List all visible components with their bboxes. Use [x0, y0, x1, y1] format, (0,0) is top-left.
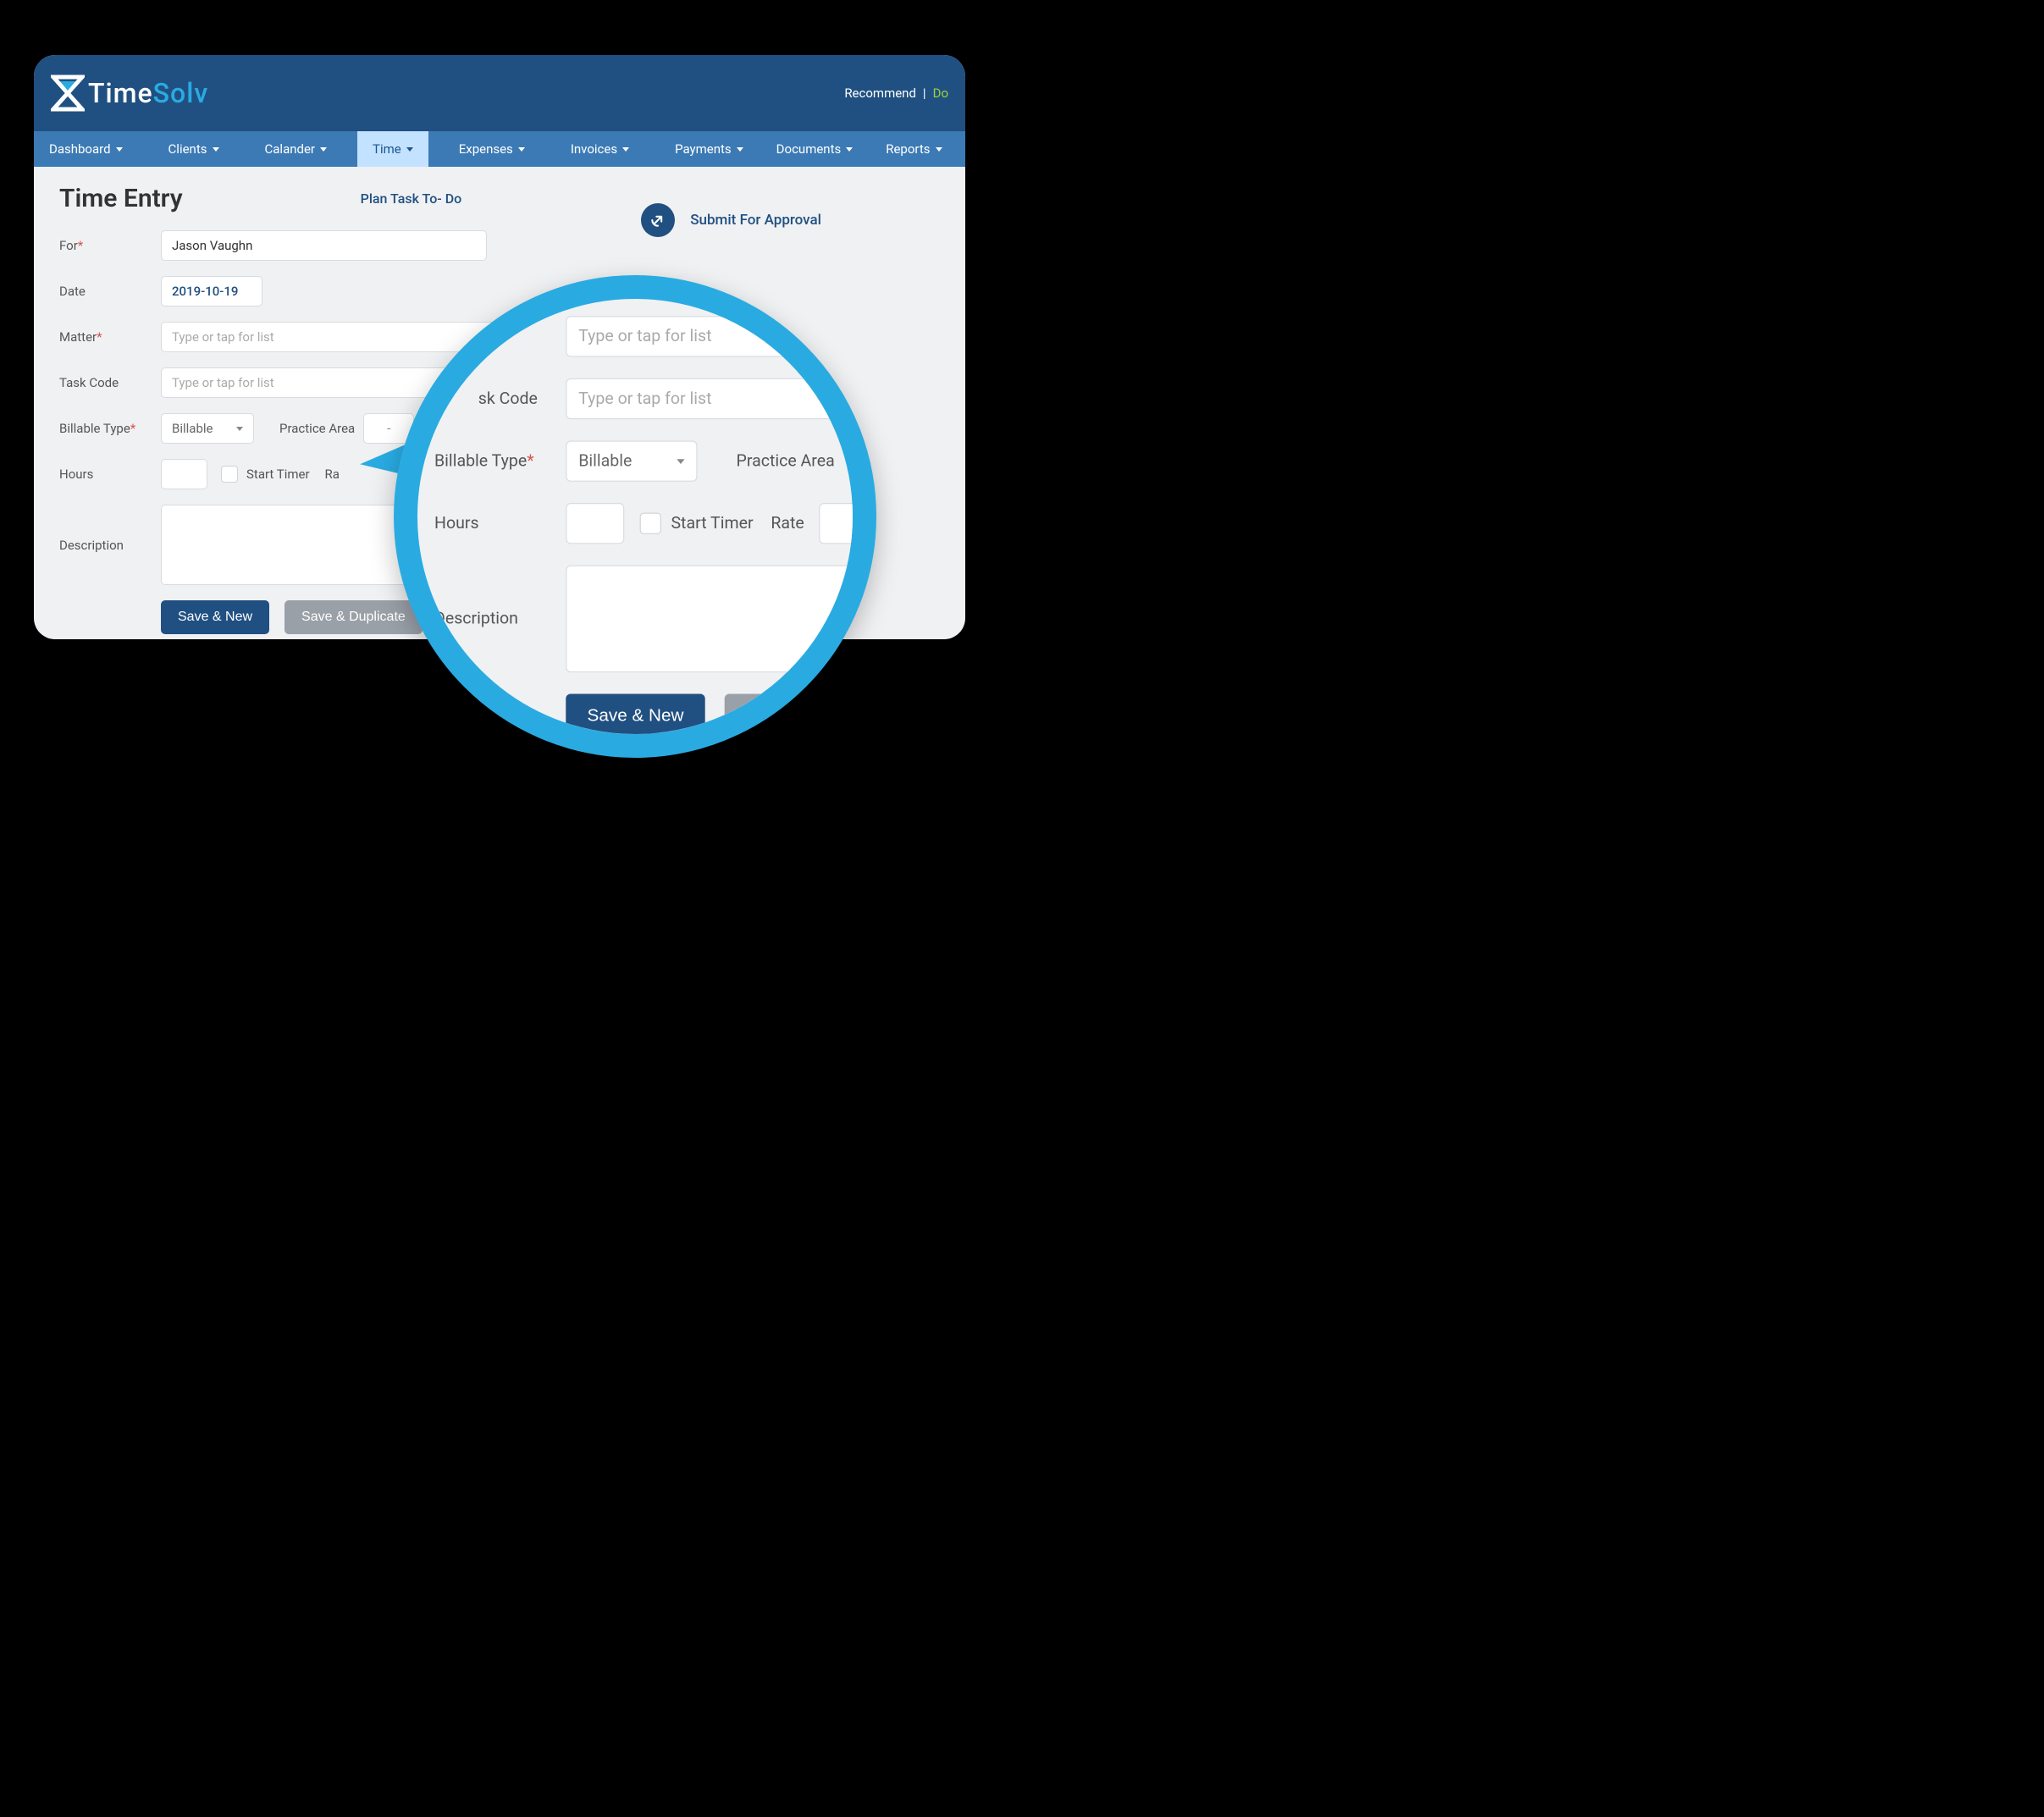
- caret-icon: [213, 147, 219, 152]
- matter-label: Matter*: [59, 329, 161, 345]
- taskcode-label: Task Code: [59, 375, 161, 390]
- header: TimeSolv Recommend | Do: [34, 55, 965, 131]
- caret-icon: [406, 147, 413, 152]
- save-duplicate-button-zoom[interactable]: Save &: [725, 693, 824, 737]
- date-label: Date: [59, 284, 161, 299]
- chevron-down-icon: [677, 459, 684, 464]
- nav-invoices[interactable]: Invoices: [555, 131, 644, 167]
- page-title: Time Entry: [59, 184, 183, 213]
- hourglass-icon: [51, 75, 85, 112]
- billable-label-zoom: Billable Type*: [434, 451, 566, 471]
- logo-text: TimeSolv: [88, 77, 208, 109]
- hours-label-zoom: Hours: [434, 514, 566, 533]
- start-timer-label: Start Timer: [246, 467, 310, 482]
- hours-label: Hours: [59, 467, 161, 482]
- description-label: Description: [59, 538, 161, 553]
- start-timer-label-zoom: Start Timer: [671, 514, 753, 533]
- for-label: For*: [59, 238, 161, 253]
- caret-icon: [737, 147, 743, 152]
- nav-expenses[interactable]: Expenses: [444, 131, 540, 167]
- zoom-content: Type or tap for list sk Code Type or tap…: [434, 282, 876, 737]
- description-input[interactable]: [161, 505, 423, 585]
- rate-label-zoom: Rate: [771, 514, 804, 533]
- hours-input[interactable]: [161, 459, 207, 489]
- separator: |: [923, 86, 926, 101]
- zoom-magnifier: Type or tap for list sk Code Type or tap…: [394, 275, 876, 758]
- billable-select-zoom[interactable]: Billable: [566, 440, 697, 481]
- description-input-zoom[interactable]: [566, 566, 858, 673]
- header-links: Recommend | Do: [844, 86, 948, 101]
- nav-clients[interactable]: Clients: [153, 131, 235, 167]
- taskcode-input-zoom[interactable]: Type or tap for list: [566, 378, 838, 419]
- billable-select[interactable]: Billable: [161, 413, 254, 444]
- caret-icon: [846, 147, 853, 152]
- plan-task-link[interactable]: Plan Task To- Do: [361, 191, 462, 207]
- chevron-down-icon: [236, 427, 243, 431]
- recommend-link[interactable]: Recommend: [844, 86, 916, 101]
- caret-icon: [320, 147, 327, 152]
- submit-approval[interactable]: Submit For Approval: [641, 203, 821, 237]
- rate-label: Ra: [325, 467, 340, 482]
- caret-icon: [622, 147, 629, 152]
- matter-input-zoom[interactable]: Type or tap for list: [566, 316, 838, 356]
- start-timer-checkbox-zoom[interactable]: [640, 513, 661, 534]
- nav-payments[interactable]: Payments: [660, 131, 759, 167]
- nav-reports[interactable]: Reports: [870, 131, 957, 167]
- practice-area-label-zoom: Practice Area: [737, 451, 835, 471]
- billable-label: Billable Type*: [59, 421, 161, 436]
- practice-area-label: Practice Area: [279, 421, 355, 436]
- nav-dashboard[interactable]: Dashboard: [34, 131, 138, 167]
- for-input[interactable]: Jason Vaughn: [161, 230, 487, 261]
- caret-icon: [936, 147, 942, 152]
- caret-icon: [518, 147, 525, 152]
- rate-input-zoom[interactable]: [819, 503, 876, 544]
- date-input[interactable]: 2019-10-19: [161, 276, 262, 307]
- hours-input-zoom[interactable]: [566, 503, 624, 544]
- zoom-circle: Type or tap for list sk Code Type or tap…: [394, 275, 876, 758]
- taskcode-label-zoom: sk Code: [425, 389, 566, 409]
- save-new-button[interactable]: Save & New: [161, 600, 269, 634]
- nav-documents[interactable]: Documents: [761, 131, 869, 167]
- caret-icon: [116, 147, 123, 152]
- nav-time[interactable]: Time: [357, 131, 428, 167]
- nav-calander[interactable]: Calander: [250, 131, 343, 167]
- submit-icon: [641, 203, 675, 237]
- start-timer-checkbox[interactable]: [221, 466, 238, 483]
- description-label-zoom: Description: [434, 609, 566, 628]
- navbar: Dashboard Clients Calander Time Expenses…: [34, 131, 965, 167]
- logo: TimeSolv: [51, 75, 208, 112]
- do-link[interactable]: Do: [933, 86, 948, 101]
- submit-text: Submit For Approval: [690, 212, 821, 229]
- nav-account[interactable]: Ac: [960, 131, 965, 167]
- save-new-button-zoom[interactable]: Save & New: [566, 693, 705, 737]
